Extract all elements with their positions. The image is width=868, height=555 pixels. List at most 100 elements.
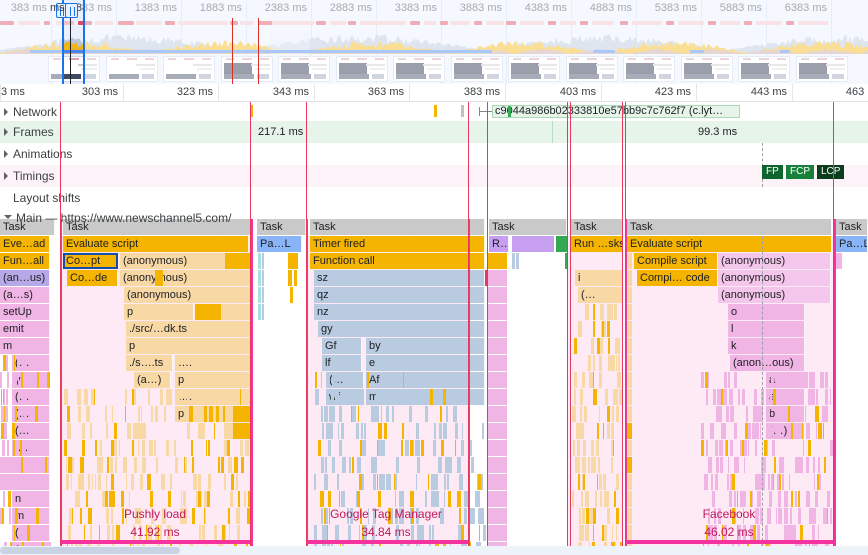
flame-micro-frame[interactable]: [627, 338, 632, 354]
flame-micro-frame[interactable]: [727, 474, 729, 490]
flame-micro-frame[interactable]: [593, 321, 595, 337]
flame-micro-frame[interactable]: [72, 457, 74, 473]
flame-frame[interactable]: Pa…L: [836, 236, 868, 252]
flame-frame[interactable]: Co…de: [67, 270, 118, 286]
flame-micro-frame[interactable]: [137, 423, 139, 439]
flame-micro-frame[interactable]: [732, 474, 735, 490]
flame-micro-frame[interactable]: [381, 406, 382, 422]
flame-micro-frame[interactable]: [825, 389, 827, 405]
flame-micro-frame[interactable]: [30, 440, 32, 456]
flame-micro-frame[interactable]: [37, 474, 39, 490]
flame-micro-frame[interactable]: [111, 474, 114, 490]
flame-micro-frame[interactable]: [817, 474, 819, 490]
flame-micro-frame[interactable]: [244, 491, 246, 507]
flame-micro-frame[interactable]: [610, 304, 613, 320]
flame-micro-frame[interactable]: [236, 474, 238, 490]
flame-micro-frame[interactable]: [487, 474, 507, 490]
flame-micro-frame[interactable]: [24, 406, 25, 422]
flame-micro-frame[interactable]: [114, 423, 117, 439]
flame-micro-frame[interactable]: [715, 474, 718, 490]
flame-micro-frame[interactable]: [125, 389, 127, 405]
flame-micro-frame[interactable]: [1, 406, 4, 422]
flame-micro-frame[interactable]: [13, 508, 15, 524]
flame-micro-frame[interactable]: [362, 474, 364, 490]
flame-micro-frame[interactable]: [614, 491, 616, 507]
flame-micro-frame[interactable]: [606, 491, 609, 507]
flame-micro-frame[interactable]: [223, 406, 225, 422]
flame-micro-frame[interactable]: [364, 423, 366, 439]
flame-micro-frame[interactable]: [32, 525, 34, 541]
flame-micro-frame[interactable]: [443, 423, 447, 439]
flame-micro-frame[interactable]: [40, 440, 42, 456]
flame-micro-frame[interactable]: [728, 457, 729, 473]
flame-micro-frame[interactable]: [757, 406, 759, 422]
flame-micro-frame[interactable]: [167, 440, 169, 456]
flame-micro-frame[interactable]: [217, 389, 221, 405]
flame-frame[interactable]: Task: [489, 219, 567, 235]
flame-micro-frame[interactable]: [115, 457, 117, 473]
flame-micro-frame[interactable]: [811, 389, 815, 405]
flame-micro-frame[interactable]: [446, 406, 448, 422]
flame-micro-frame[interactable]: [434, 440, 436, 456]
flame-micro-frame[interactable]: [71, 474, 72, 490]
flame-micro-frame[interactable]: [112, 406, 113, 422]
flame-micro-frame[interactable]: [123, 457, 127, 473]
flame-micro-frame[interactable]: [603, 474, 606, 490]
flame-frame[interactable]: (a…): [134, 372, 171, 388]
flame-micro-frame[interactable]: [18, 389, 20, 405]
flame-micro-frame[interactable]: [206, 440, 207, 456]
flame-micro-frame[interactable]: [780, 457, 784, 473]
flame-micro-frame[interactable]: [133, 423, 136, 439]
flame-micro-frame[interactable]: [627, 253, 632, 269]
flame-micro-frame[interactable]: [21, 457, 23, 473]
flame-frame[interactable]: Task: [571, 219, 623, 235]
flame-micro-frame[interactable]: [151, 406, 153, 422]
flame-micro-frame[interactable]: [15, 440, 18, 456]
flame-frame[interactable]: Task: [257, 219, 306, 235]
flame-frame[interactable]: p: [175, 372, 251, 388]
flame-micro-frame[interactable]: [731, 406, 734, 422]
flame-frame[interactable]: b: [766, 406, 805, 422]
flame-micro-frame[interactable]: [384, 423, 387, 439]
flame-micro-frame[interactable]: [170, 474, 172, 490]
flame-micro-frame[interactable]: [627, 321, 632, 337]
flame-micro-frame[interactable]: [315, 372, 317, 388]
flame-micro-frame[interactable]: [352, 457, 354, 473]
flame-micro-frame[interactable]: [595, 491, 597, 507]
flame-micro-frame[interactable]: [824, 406, 828, 422]
flame-micro-frame[interactable]: [169, 389, 172, 405]
flame-micro-frame[interactable]: [478, 474, 481, 490]
flame-micro-frame[interactable]: [487, 440, 507, 456]
flame-micro-frame[interactable]: [593, 389, 597, 405]
flame-micro-frame[interactable]: [187, 423, 190, 439]
flame-micro-frame[interactable]: [228, 457, 232, 473]
track-frames-title[interactable]: Frames: [0, 125, 54, 139]
flame-micro-frame[interactable]: [82, 474, 84, 490]
flame-micro-frame[interactable]: [794, 406, 796, 422]
flame-micro-frame[interactable]: [187, 389, 190, 405]
flame-micro-frame[interactable]: [102, 491, 105, 507]
flame-micro-frame[interactable]: [16, 457, 19, 473]
flame-micro-frame[interactable]: [399, 491, 403, 507]
flame-micro-frame[interactable]: [18, 474, 20, 490]
network-marker[interactable]: [461, 105, 464, 117]
flame-frame[interactable]: Compile script: [634, 253, 718, 269]
flame-micro-frame[interactable]: [382, 474, 385, 490]
flame-micro-frame[interactable]: [113, 491, 115, 507]
chevron-right-icon[interactable]: [4, 107, 8, 116]
flame-micro-frame[interactable]: [67, 423, 71, 439]
flame-micro-frame[interactable]: [709, 457, 712, 473]
flame-micro-frame[interactable]: [410, 440, 413, 456]
flame-micro-frame[interactable]: [84, 389, 88, 405]
flame-micro-frame[interactable]: [358, 406, 359, 422]
flame-micro-frame[interactable]: [715, 440, 718, 456]
flame-micro-frame[interactable]: [600, 355, 602, 371]
flame-frame[interactable]: o: [728, 304, 805, 320]
flame-micro-frame[interactable]: [471, 457, 473, 473]
flame-micro-frame[interactable]: [0, 372, 2, 388]
flame-micro-frame[interactable]: [314, 474, 316, 490]
flame-micro-frame[interactable]: [730, 440, 733, 456]
flame-micro-frame[interactable]: [785, 389, 786, 405]
flame-micro-frame[interactable]: [410, 491, 414, 507]
flame-micro-frame[interactable]: [156, 457, 158, 473]
